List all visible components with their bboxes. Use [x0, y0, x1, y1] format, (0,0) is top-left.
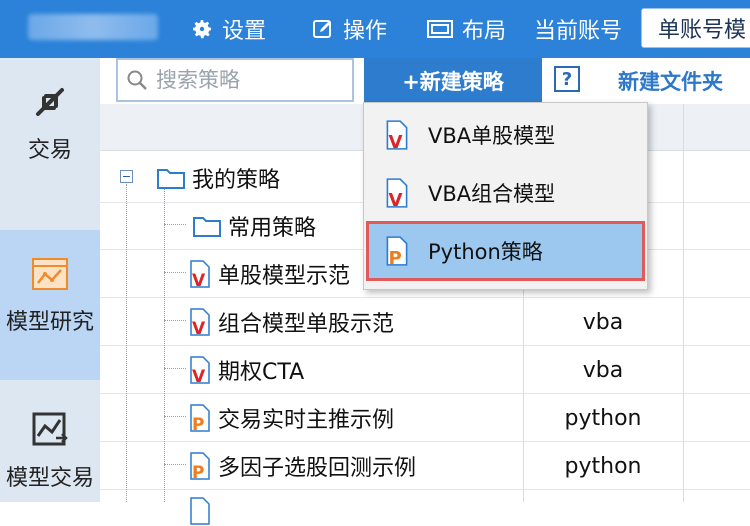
tree-guide [164, 272, 186, 273]
gear-icon [193, 20, 211, 39]
search-icon [127, 70, 147, 90]
tree-row[interactable]: V 期权CTA [188, 354, 304, 386]
svg-text:P: P [388, 248, 401, 267]
settings-label: 设置 [222, 19, 267, 44]
vba-file-icon: V [190, 260, 210, 289]
dropdown-item-python[interactable]: P Python策略 [366, 221, 645, 281]
folder-icon [193, 217, 221, 237]
tree-guide [164, 224, 186, 225]
help-button[interactable]: ? [554, 66, 580, 92]
sidebar-item-model-research[interactable]: 模型研究 [0, 230, 100, 380]
svg-text:V: V [192, 271, 206, 289]
tree-guide [164, 464, 186, 465]
tree-row[interactable]: P 交易实时主推示例 [188, 402, 394, 434]
tree-guide [164, 189, 165, 502]
layout-icon [427, 20, 453, 38]
left-sidebar: 交易 模型研究 模型交易 [0, 58, 100, 502]
tree-root-my-strategies[interactable]: 我的策略 [156, 162, 280, 194]
svg-text:P: P [192, 415, 204, 433]
vba-file-icon: V [386, 178, 408, 209]
current-account-text: 当前账号 [534, 19, 623, 44]
tree-row-partial[interactable] [188, 496, 218, 526]
dropdown-item-label: Python策略 [428, 240, 543, 264]
row-divider [100, 489, 750, 490]
vba-file-icon: V [386, 120, 408, 151]
row-divider [100, 297, 750, 298]
tree-row-name: 组合模型单股示范 [218, 312, 395, 337]
python-file-icon: P [190, 404, 210, 433]
tree-row-type: python [564, 406, 642, 431]
svg-text:V: V [192, 367, 206, 385]
top-bar: 设置 操作 布局 当前账号 单账号模 [0, 0, 750, 58]
tree-row-name: 交易实时主推示例 [218, 408, 395, 433]
operate-menu[interactable]: 操作 [311, 14, 387, 44]
model-trade-icon [32, 412, 68, 446]
operate-label: 操作 [343, 19, 388, 44]
tree-guide [126, 184, 127, 502]
layout-menu[interactable]: 布局 [426, 14, 506, 44]
tree-row-type: python [564, 454, 642, 479]
search-input[interactable] [154, 67, 338, 93]
python-file-icon [190, 497, 210, 525]
column-divider [683, 104, 684, 502]
tree-row-name: 单股模型示范 [218, 264, 351, 289]
dropdown-item-label: VBA单股模型 [428, 124, 556, 148]
svg-text:V: V [192, 319, 206, 337]
account-mode-select[interactable]: 单账号模 [641, 8, 750, 48]
python-file-icon: P [190, 452, 210, 481]
python-file-icon: P [386, 236, 408, 267]
strategy-toolbar: +新建策略 ? 新建文件夹 [100, 58, 750, 105]
dropdown-item-label: VBA组合模型 [428, 182, 556, 206]
trade-arrows-icon [36, 88, 64, 116]
settings-menu[interactable]: 设置 [190, 14, 266, 44]
vba-file-icon: V [190, 356, 210, 385]
new-strategy-button[interactable]: +新建策略 [364, 58, 542, 104]
sidebar-label-model-trade: 模型交易 [5, 466, 94, 491]
edit-icon [313, 20, 331, 38]
tree-row-type: vba [582, 310, 624, 335]
sidebar-label-trade: 交易 [27, 138, 72, 163]
tree-folder-common[interactable]: 常用策略 [192, 210, 316, 242]
vba-file-icon: V [190, 308, 210, 337]
dropdown-item-vba-single[interactable]: V VBA单股模型 [368, 107, 643, 163]
new-folder-button[interactable]: 新建文件夹 [618, 66, 723, 96]
dropdown-item-vba-portfolio[interactable]: V VBA组合模型 [368, 165, 643, 221]
row-divider [100, 345, 750, 346]
row-divider [100, 441, 750, 442]
tree-folder-label: 常用策略 [228, 216, 317, 241]
new-strategy-dropdown: V VBA单股模型 V VBA组合模型 P Python策略 [363, 102, 648, 290]
account-mode-label: 单账号模 [658, 18, 747, 43]
blurred-app-title [28, 14, 158, 40]
svg-text:P: P [192, 463, 204, 481]
collapse-toggle[interactable] [120, 170, 133, 183]
sidebar-item-trade[interactable]: 交易 [0, 80, 100, 164]
tree-guide [164, 416, 186, 417]
sidebar-item-model-trade[interactable]: 模型交易 [0, 408, 100, 492]
row-divider [100, 393, 750, 394]
tree-guide [164, 368, 186, 369]
search-box[interactable] [116, 58, 354, 102]
svg-text:V: V [388, 190, 402, 209]
tree-row[interactable]: V 组合模型单股示范 [188, 306, 394, 338]
sidebar-label-model-research: 模型研究 [5, 310, 94, 335]
folder-icon [157, 169, 185, 189]
tree-guide [164, 320, 186, 321]
tree-row-type: vba [582, 358, 624, 383]
svg-text:V: V [388, 132, 402, 151]
tree-row-name: 期权CTA [218, 360, 305, 385]
tree-row[interactable]: V 单股模型示范 [188, 258, 350, 290]
layout-label: 布局 [462, 19, 507, 44]
tree-row-name: 多因子选股回测示例 [218, 456, 417, 481]
tree-row[interactable]: P 多因子选股回测示例 [188, 450, 416, 482]
model-research-icon [32, 258, 68, 290]
tree-root-label: 我的策略 [192, 168, 281, 193]
current-account-label: 当前账号 [534, 14, 622, 44]
